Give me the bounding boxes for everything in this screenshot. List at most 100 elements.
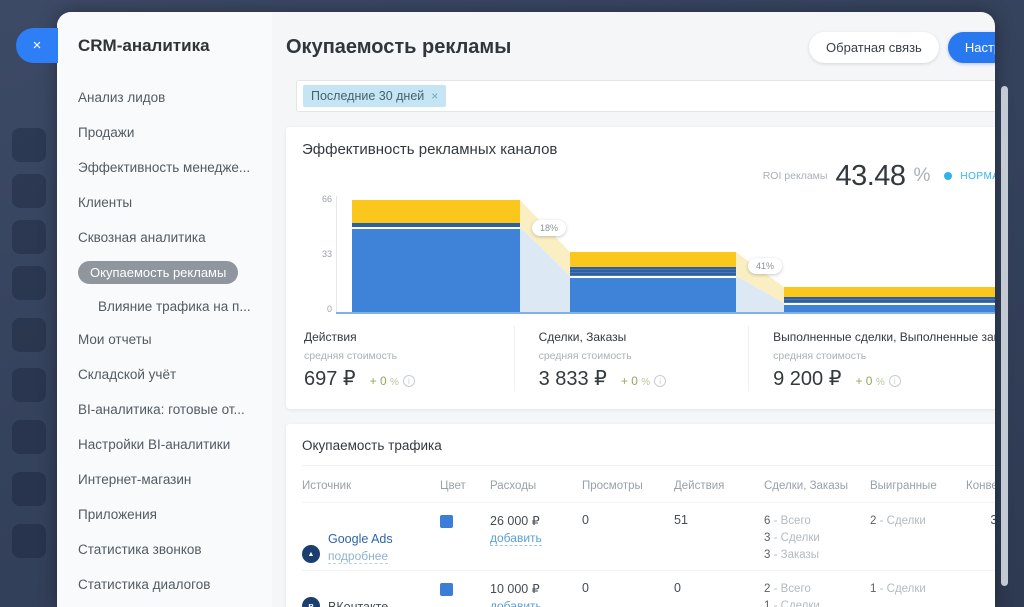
conversion-value: 3.92% — [966, 513, 995, 564]
add-expenses-link[interactable]: добавить — [490, 531, 542, 546]
expenses-value: 10 000 ₽ — [490, 581, 582, 596]
conversion-value: 50% — [966, 581, 995, 607]
funnel-bar-deals-orders — [570, 252, 736, 312]
info-icon[interactable]: i — [889, 375, 901, 387]
sidebar-item-my-reports[interactable]: Мои отчеты — [78, 322, 262, 357]
table-title: Окупаемость трафика — [302, 438, 995, 466]
y-axis — [336, 196, 337, 314]
x-axis — [336, 312, 995, 314]
col-actions: Действия — [674, 480, 764, 492]
sidebar-item-end-to-end-analytics[interactable]: Сквозная аналитика — [78, 220, 262, 255]
page-header: Окупаемость рекламы Обратная связь Настр… — [286, 32, 995, 63]
main-content: Окупаемость рекламы Обратная связь Настр… — [272, 12, 995, 607]
traffic-payback-card: Окупаемость трафика Источник Цвет Расход… — [286, 424, 995, 607]
sidebar-item-dialog-statistics[interactable]: Статистика диалогов — [78, 567, 262, 602]
col-conversion: Конверсия, — [966, 480, 995, 492]
stat-deals-orders: Сделки, Заказы средняя стоимость 3 833 ₽… — [514, 326, 749, 391]
background-app-icon — [12, 368, 46, 402]
sidebar-item-ad-payback[interactable]: Окупаемость рекламы — [78, 255, 262, 290]
info-icon[interactable]: i — [654, 375, 666, 387]
background-app-icon — [12, 318, 46, 352]
col-color: Цвет — [440, 480, 490, 492]
slider-close-button[interactable]: × — [16, 28, 58, 63]
sidebar-title: CRM-аналитика — [78, 36, 262, 56]
filter-tag-last-30-days[interactable]: Последние 30 дней × — [303, 85, 446, 107]
add-expenses-link[interactable]: добавить — [490, 599, 542, 607]
sidebar-item-manager-efficiency[interactable]: Эффективность менедже... — [78, 150, 262, 185]
background-app-icon — [12, 220, 46, 254]
table-row-vkontakte: в ВКонтакте 10 000 ₽ добавить 0 0 2 - Вс… — [302, 570, 995, 607]
page-title: Окупаемость рекламы — [286, 36, 809, 59]
stat-value: 9 200 ₽ — [773, 366, 841, 391]
google-ads-icon: ▲ — [302, 545, 320, 563]
table-header-row: Источник Цвет Расходы Просмотры Действия… — [302, 466, 995, 502]
funnel-chart: 66 33 0 — [336, 196, 995, 314]
source-name: ВКонтакте — [328, 600, 388, 607]
chart-title: Эффективность рекламных каналов — [302, 141, 995, 158]
channel-color-swatch — [440, 583, 453, 596]
sidebar-item-bi-settings[interactable]: Настройки BI-аналитики — [78, 427, 262, 462]
roi-summary: ROI рекламы 43.48 % НОРМАЛЬНО — [302, 160, 995, 192]
info-icon[interactable]: i — [403, 375, 415, 387]
y-tick-0: 0 — [314, 304, 332, 314]
panel-scrollbar[interactable] — [1001, 86, 1008, 586]
stat-completed: Выполненные сделки, Выполненные заказы с… — [748, 326, 995, 391]
sidebar-item-call-statistics[interactable]: Статистика звонков — [78, 532, 262, 567]
filter-tag-close-icon[interactable]: × — [431, 89, 438, 103]
background-app-icon — [12, 266, 46, 300]
funnel-connector-2 — [736, 196, 784, 312]
filter-bar[interactable]: Последние 30 дней × × — [296, 80, 995, 112]
roi-unit: % — [914, 165, 931, 187]
sidebar-item-lead-analysis[interactable]: Анализ лидов — [78, 80, 262, 115]
sidebar-item-online-store[interactable]: Интернет-магазин — [78, 462, 262, 497]
sidebar-item-clients[interactable]: Клиенты — [78, 185, 262, 220]
funnel-bar-completed — [784, 287, 995, 312]
actions-value: 51 — [674, 513, 764, 564]
actions-value: 0 — [674, 581, 764, 607]
funnel-bar-actions — [352, 200, 520, 312]
deals-breakdown: 2 - Всего 1 - Сделки 1 - Заказы — [764, 581, 870, 607]
background-app-icon — [12, 128, 46, 162]
source-link[interactable]: Google Ads — [328, 532, 393, 546]
details-link[interactable]: подробнее — [328, 549, 388, 564]
stat-actions: Действия средняя стоимость 697 ₽ + 0 %i — [302, 326, 514, 391]
col-source: Источник — [302, 480, 440, 492]
crm-analytics-slider: CRM-аналитика Анализ лидов Продажи Эффек… — [57, 12, 995, 607]
channel-color-swatch — [440, 515, 453, 528]
roi-label: ROI рекламы — [763, 170, 828, 182]
background-app-icon — [12, 524, 46, 558]
y-tick-66: 66 — [314, 194, 332, 204]
close-icon: × — [33, 37, 42, 54]
deals-breakdown: 6 - Всего 3 - Сделки 3 - Заказы — [764, 513, 870, 564]
stat-value: 697 ₽ — [304, 366, 356, 391]
funnel-stats-row: Действия средняя стоимость 697 ₽ + 0 %i … — [302, 326, 995, 395]
col-views: Просмотры — [582, 480, 674, 492]
sidebar-item-bi-ready-reports[interactable]: BI-аналитика: готовые от... — [78, 392, 262, 427]
feedback-button[interactable]: Обратная связь — [809, 32, 939, 63]
background-app-icon — [12, 472, 46, 506]
col-expenses: Расходы — [490, 480, 582, 492]
sidebar-item-traffic-influence[interactable]: Влияние трафика на п... — [78, 290, 262, 322]
sidebar-item-sales[interactable]: Продажи — [78, 115, 262, 150]
stat-value: 3 833 ₽ — [539, 366, 607, 391]
roi-status-badge: НОРМАЛЬНО — [960, 171, 995, 182]
views-value: 0 — [582, 513, 674, 564]
table-row-google-ads: ▲ Google Ads подробнее 26 000 ₽ добавить… — [302, 502, 995, 570]
settings-button[interactable]: Настройка — [948, 32, 995, 63]
roi-value: 43.48 — [835, 160, 905, 193]
expenses-value: 26 000 ₽ — [490, 513, 582, 528]
col-won: Выигранные — [870, 480, 966, 492]
funnel-connector-1 — [520, 196, 570, 312]
won-breakdown: 2 - Сделки — [870, 513, 966, 564]
conversion-badge-2: 41% — [748, 258, 782, 274]
sidebar-item-inventory[interactable]: Складской учёт — [78, 357, 262, 392]
sidebar-item-apps[interactable]: Приложения — [78, 497, 262, 532]
background-app-icon — [12, 420, 46, 454]
y-tick-33: 33 — [314, 249, 332, 259]
ad-channels-efficiency-card: Эффективность рекламных каналов ROI рекл… — [286, 127, 995, 409]
filter-input[interactable] — [446, 81, 995, 111]
background-app-icon — [12, 174, 46, 208]
sidebar: CRM-аналитика Анализ лидов Продажи Эффек… — [57, 12, 272, 607]
won-breakdown: 1 - Сделки — [870, 581, 966, 607]
conversion-badge-1: 18% — [532, 220, 566, 236]
